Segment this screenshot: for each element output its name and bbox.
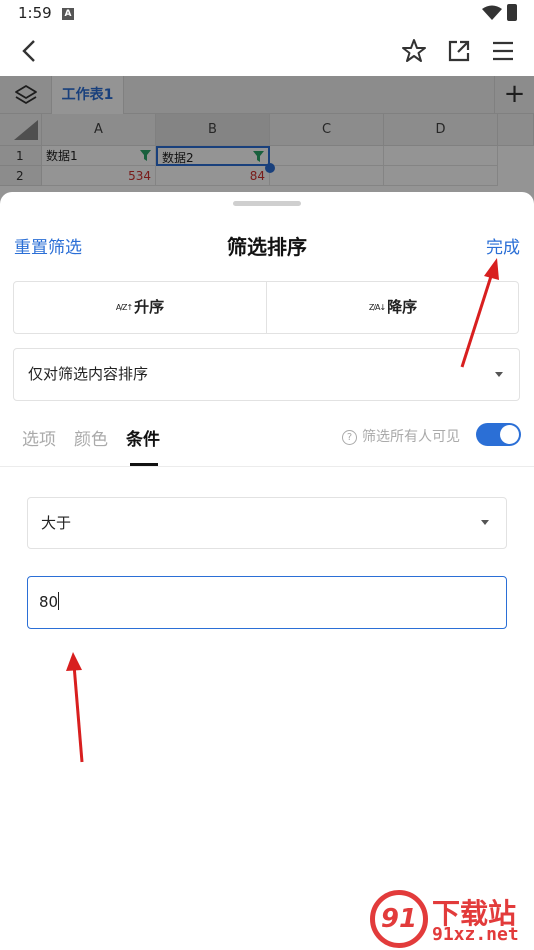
annotation-arrows <box>66 258 499 763</box>
arrow-to-input <box>66 652 84 763</box>
arrow-to-done <box>460 258 499 368</box>
watermark-logo: 91 <box>370 890 428 948</box>
watermark: 91 下载站 91xz.net <box>366 886 534 950</box>
watermark-url: 91xz.net <box>432 924 519 945</box>
